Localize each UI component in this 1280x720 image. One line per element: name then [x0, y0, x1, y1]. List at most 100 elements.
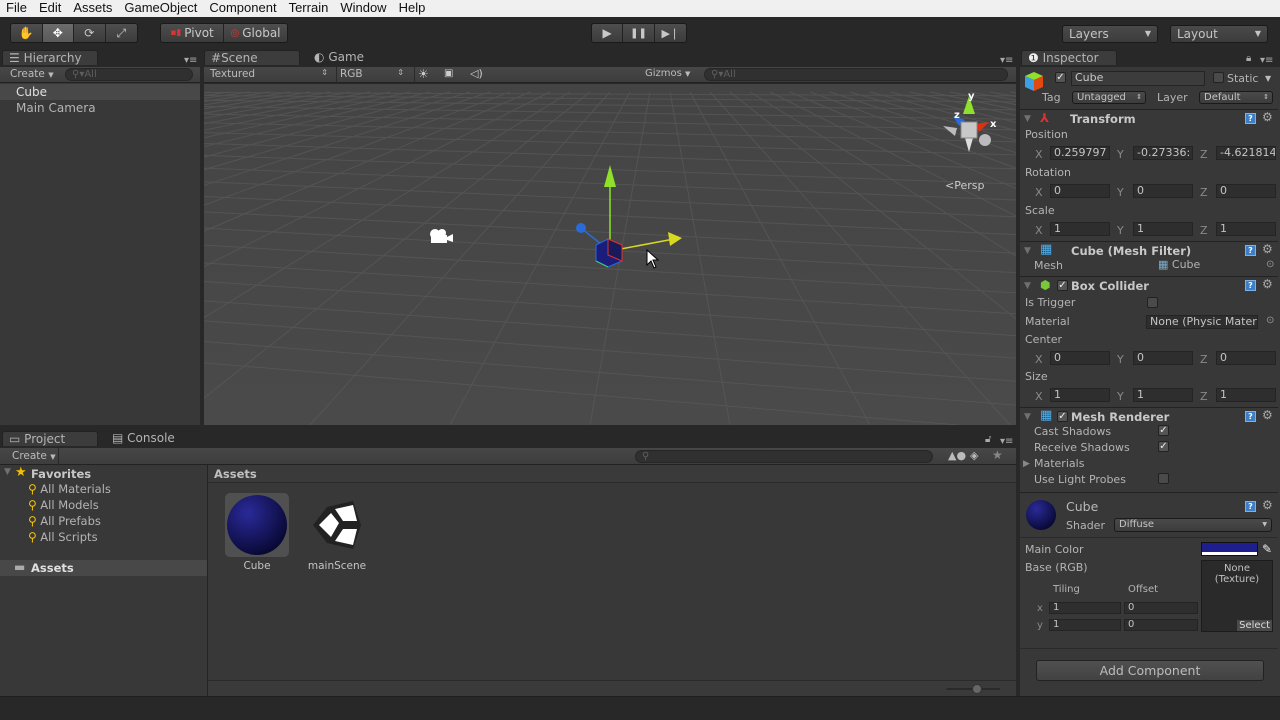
layer-dropdown[interactable]: Default ⇕	[1199, 91, 1273, 104]
hierarchy-item-cube[interactable]: Cube	[0, 84, 200, 100]
tab-game[interactable]: ◐ Game	[308, 50, 388, 65]
rotation-y-input[interactable]: 0	[1133, 184, 1193, 198]
asset-cube-material[interactable]	[225, 493, 289, 557]
menu-help[interactable]: Help	[393, 0, 432, 17]
gizmos-dropdown[interactable]: Gizmos ▼	[645, 68, 690, 79]
gear-icon[interactable]: ⚙	[1262, 110, 1273, 124]
tag-dropdown[interactable]: Untagged ⇕	[1072, 91, 1146, 104]
layout-dropdown[interactable]: Layout ▼	[1170, 25, 1268, 43]
help-icon[interactable]: ?	[1245, 113, 1256, 124]
layers-dropdown[interactable]: Layers ▼	[1062, 25, 1158, 43]
effects-toggle[interactable]: ▣	[444, 68, 453, 79]
move-tool-button[interactable]: ✥	[42, 24, 74, 42]
panel-menu-icon[interactable]: ▾≡	[184, 55, 197, 66]
menu-assets[interactable]: Assets	[67, 0, 118, 17]
object-picker-icon[interactable]: ⊙	[1266, 259, 1274, 270]
collapse-arrow-icon[interactable]: ▼	[1024, 412, 1031, 422]
hierarchy-search-input[interactable]: ⚲▾All	[65, 68, 193, 81]
offset-y-input[interactable]: 0	[1124, 619, 1198, 631]
collapse-arrow-icon[interactable]: ▼	[1024, 114, 1031, 124]
tab-console[interactable]: ▤ Console	[106, 431, 186, 446]
favorite-all-scripts[interactable]: ⚲ All Scripts	[28, 530, 98, 544]
physic-material-field[interactable]: None (Physic Mater	[1146, 315, 1258, 329]
lighting-toggle[interactable]: ☀	[418, 67, 429, 81]
position-x-input[interactable]: 0.259797	[1050, 146, 1110, 160]
scene-orientation-gizmo[interactable]	[937, 92, 1007, 164]
use-light-probes-checkbox[interactable]	[1158, 473, 1169, 484]
gear-icon[interactable]: ⚙	[1262, 498, 1273, 512]
gameobject-name-input[interactable]: Cube	[1071, 71, 1205, 86]
rotation-x-input[interactable]: 0	[1050, 184, 1110, 198]
size-y-input[interactable]: 1	[1133, 388, 1193, 402]
menu-gameobject[interactable]: GameObject	[118, 0, 203, 17]
favorites-expand-arrow[interactable]: ▼	[4, 467, 11, 477]
help-icon[interactable]: ?	[1245, 411, 1256, 422]
collapse-arrow-icon[interactable]: ▼	[1024, 246, 1031, 256]
cast-shadows-checkbox[interactable]: ✓	[1158, 425, 1169, 436]
audio-toggle[interactable]: ◁)	[470, 67, 483, 80]
tab-scene[interactable]: #Scene	[204, 50, 300, 65]
menu-component[interactable]: Component	[203, 0, 282, 17]
step-button[interactable]: ▶❘	[655, 24, 686, 42]
filter-by-label-button[interactable]: ◈	[970, 449, 978, 462]
gameobject-active-checkbox[interactable]: ✓	[1055, 72, 1066, 83]
object-picker-icon[interactable]: ⊙	[1266, 315, 1274, 326]
texture-select-button[interactable]: Select	[1237, 620, 1272, 631]
box-collider-enabled-checkbox[interactable]: ✓	[1057, 280, 1068, 291]
lock-icon[interactable]: 🔒︎	[1246, 53, 1251, 64]
scale-x-input[interactable]: 1	[1050, 222, 1110, 236]
center-y-input[interactable]: 0	[1133, 351, 1193, 365]
menu-edit[interactable]: Edit	[33, 0, 67, 17]
favorite-all-models[interactable]: ⚲ All Models	[28, 498, 99, 512]
project-search-input[interactable]: ⚲	[635, 450, 933, 463]
filter-by-type-button[interactable]: ▲●	[948, 449, 966, 462]
play-button[interactable]: ▶	[592, 24, 624, 42]
panel-menu-icon[interactable]: ▾≡	[1260, 55, 1273, 66]
slider-thumb[interactable]	[972, 684, 982, 694]
perspective-toggle[interactable]: <Persp	[945, 179, 984, 192]
eyedropper-icon[interactable]: ✎	[1262, 542, 1272, 556]
box-collider-header[interactable]: ▼ ⬢ ✓ Box Collider ? ⚙	[1020, 276, 1278, 294]
tab-project[interactable]: ▭ Project	[2, 431, 98, 446]
asset-mainscene[interactable]	[305, 493, 369, 557]
shader-dropdown[interactable]: Diffuse ▼	[1114, 518, 1272, 532]
pivot-button[interactable]: ▪▮ Pivot	[161, 24, 225, 42]
position-z-input[interactable]: -4.621814	[1216, 146, 1276, 160]
menu-window[interactable]: Window	[334, 0, 392, 17]
scene-search-input[interactable]: ⚲▾All	[704, 68, 1008, 81]
scale-y-input[interactable]: 1	[1133, 222, 1193, 236]
rotation-z-input[interactable]: 0	[1216, 184, 1276, 198]
static-dropdown-arrow[interactable]: ▼	[1265, 74, 1271, 83]
receive-shadows-checkbox[interactable]: ✓	[1158, 441, 1169, 452]
mesh-renderer-enabled-checkbox[interactable]: ✓	[1057, 411, 1068, 422]
render-mode-dropdown[interactable]: Textured ⇕	[210, 68, 332, 80]
static-checkbox[interactable]	[1213, 72, 1224, 83]
help-icon[interactable]: ?	[1245, 245, 1256, 256]
offset-x-input[interactable]: 0	[1124, 602, 1198, 614]
camera-gizmo-icon[interactable]	[428, 227, 454, 245]
scale-tool-button[interactable]: ⤢	[106, 24, 137, 42]
tab-hierarchy[interactable]: ☰ Hierarchy	[2, 50, 98, 65]
help-icon[interactable]: ?	[1245, 280, 1256, 291]
main-color-swatch[interactable]	[1201, 542, 1258, 556]
tiling-x-input[interactable]: 1	[1049, 602, 1121, 614]
hierarchy-create-button[interactable]: Create ▼	[10, 68, 54, 80]
menu-terrain[interactable]: Terrain	[283, 0, 335, 17]
scene-view[interactable]: y z x <Persp	[204, 84, 1016, 425]
gear-icon[interactable]: ⚙	[1262, 242, 1273, 256]
favorite-all-prefabs[interactable]: ⚲ All Prefabs	[28, 514, 101, 528]
pause-button[interactable]: ❚❚	[623, 24, 655, 42]
add-component-button[interactable]: Add Component	[1036, 660, 1264, 681]
lock-icon[interactable]: 🔓︎	[985, 434, 991, 445]
center-z-input[interactable]: 0	[1216, 351, 1276, 365]
project-create-button[interactable]: Create ▼	[12, 450, 56, 462]
collapse-arrow-icon[interactable]: ▼	[1024, 281, 1031, 291]
favorites-button[interactable]: ★	[992, 448, 1003, 462]
help-icon[interactable]: ?	[1245, 501, 1256, 512]
gear-icon[interactable]: ⚙	[1262, 277, 1273, 291]
size-x-input[interactable]: 1	[1050, 388, 1110, 402]
favorite-all-materials[interactable]: ⚲ All Materials	[28, 482, 111, 496]
gear-icon[interactable]: ⚙	[1262, 408, 1273, 422]
panel-menu-icon[interactable]: ▾≡	[1000, 55, 1013, 66]
transform-header[interactable]: ▼ ⅄ Transform ? ⚙	[1020, 109, 1278, 127]
